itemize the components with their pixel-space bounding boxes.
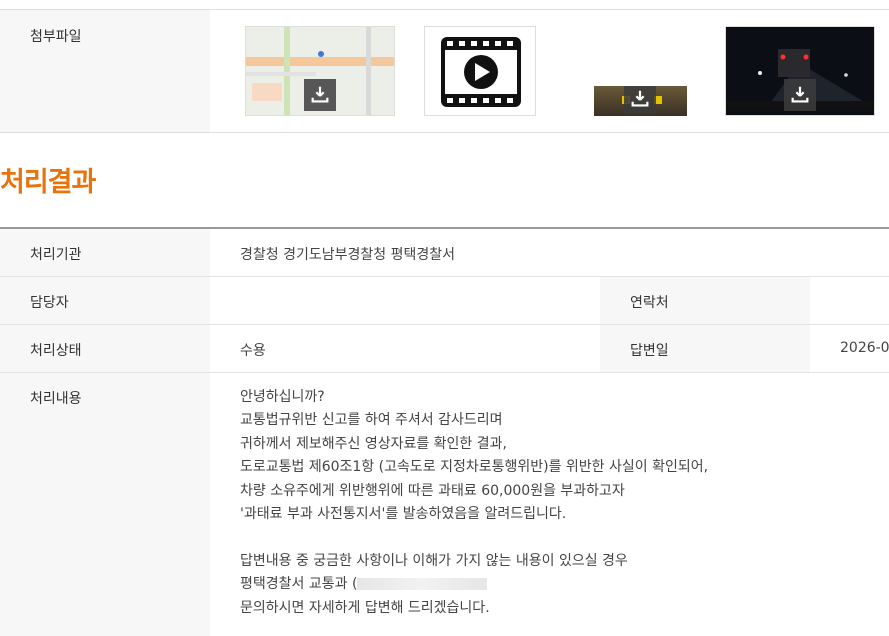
content-line-with-redaction: 평택경찰서 교통과 ( bbox=[240, 573, 708, 596]
contact-label-cell: 연락처 bbox=[600, 277, 810, 324]
row-officer: 담당자 연락처 bbox=[0, 277, 889, 325]
status-value: 수용 bbox=[240, 343, 266, 359]
status-label: 처리상태 bbox=[30, 343, 82, 359]
video-thumbnail[interactable] bbox=[424, 26, 536, 116]
officer-label-cell: 담당자 bbox=[0, 277, 210, 324]
answer-date-label: 답변일 bbox=[630, 343, 669, 359]
answer-date-value: 2026-04 bbox=[840, 340, 889, 356]
content-line: 도로교통법 제60조1항 (고속도로 지정차로통행위반)를 위반한 사실이 확인… bbox=[240, 459, 709, 476]
night-photo-thumbnail[interactable] bbox=[725, 26, 875, 116]
download-icon bbox=[311, 86, 329, 103]
row-status: 처리상태 수용 답변일 2026-04 bbox=[0, 325, 889, 373]
agency-value: 경찰청 경기도남부경찰청 평택경찰서 bbox=[240, 247, 455, 263]
download-button[interactable] bbox=[624, 86, 656, 114]
answer-date-label-cell: 답변일 bbox=[600, 325, 810, 372]
row-content: 처리내용 안녕하십니까? 교통법규위반 신고를 하여 주셔서 감사드리며 귀하께… bbox=[0, 373, 889, 636]
download-button[interactable] bbox=[304, 79, 336, 111]
row-agency: 처리기관 경찰청 경기도남부경찰청 평택경찰서 bbox=[0, 229, 889, 277]
result-table: 처리기관 경찰청 경기도남부경찰청 평택경찰서 담당자 연락처 처리상태 수용 … bbox=[0, 227, 889, 636]
content-line bbox=[240, 526, 708, 549]
map-thumbnail[interactable] bbox=[245, 26, 395, 116]
content-label: 처리내용 bbox=[30, 391, 82, 407]
content-body: 안녕하십니까? 교통법규위반 신고를 하여 주셔서 감사드리며 귀하께서 제보해… bbox=[240, 386, 708, 620]
content-line: 교통법규위반 신고를 하여 주셔서 감사드리며 bbox=[240, 412, 503, 429]
content-line: 문의하시면 자세하게 답변해 드리겠습니다. bbox=[240, 599, 490, 616]
content-line: 답변내용 중 궁금한 사항이나 이해가 가지 않는 내용이 있으실 경우 bbox=[240, 552, 628, 569]
attachments-row: 첨부파일 bbox=[0, 9, 889, 133]
agency-label: 처리기관 bbox=[30, 247, 82, 263]
content-label-cell: 처리내용 bbox=[0, 373, 210, 636]
video-file-icon bbox=[441, 37, 521, 107]
content-line: 귀하께서 제보해주신 영상자료를 확인한 결과, bbox=[240, 435, 507, 452]
download-icon bbox=[631, 90, 649, 107]
download-icon bbox=[791, 86, 809, 103]
status-label-cell: 처리상태 bbox=[0, 325, 210, 372]
content-line: '과태료 부과 사전통지서'를 발송하였음을 알려드립니다. bbox=[240, 506, 567, 523]
content-line: 안녕하십니까? bbox=[240, 389, 325, 405]
section-title: 처리결과 bbox=[0, 167, 96, 198]
photo-thumbnail[interactable]: X bbox=[594, 86, 687, 116]
agency-label-cell: 처리기관 bbox=[0, 229, 210, 276]
contact-label: 연락처 bbox=[630, 295, 669, 311]
content-line: 평택경찰서 교통과 ( bbox=[240, 576, 358, 593]
attachments-label-cell: 첨부파일 bbox=[0, 10, 210, 132]
attachments-label: 첨부파일 bbox=[30, 29, 82, 45]
redacted-phone bbox=[357, 578, 488, 591]
content-line: 차량 소유주에게 위반행위에 따른 과태료 60,000원을 부과하고자 bbox=[240, 482, 625, 499]
officer-label: 담당자 bbox=[30, 295, 69, 311]
download-button[interactable] bbox=[784, 79, 816, 111]
